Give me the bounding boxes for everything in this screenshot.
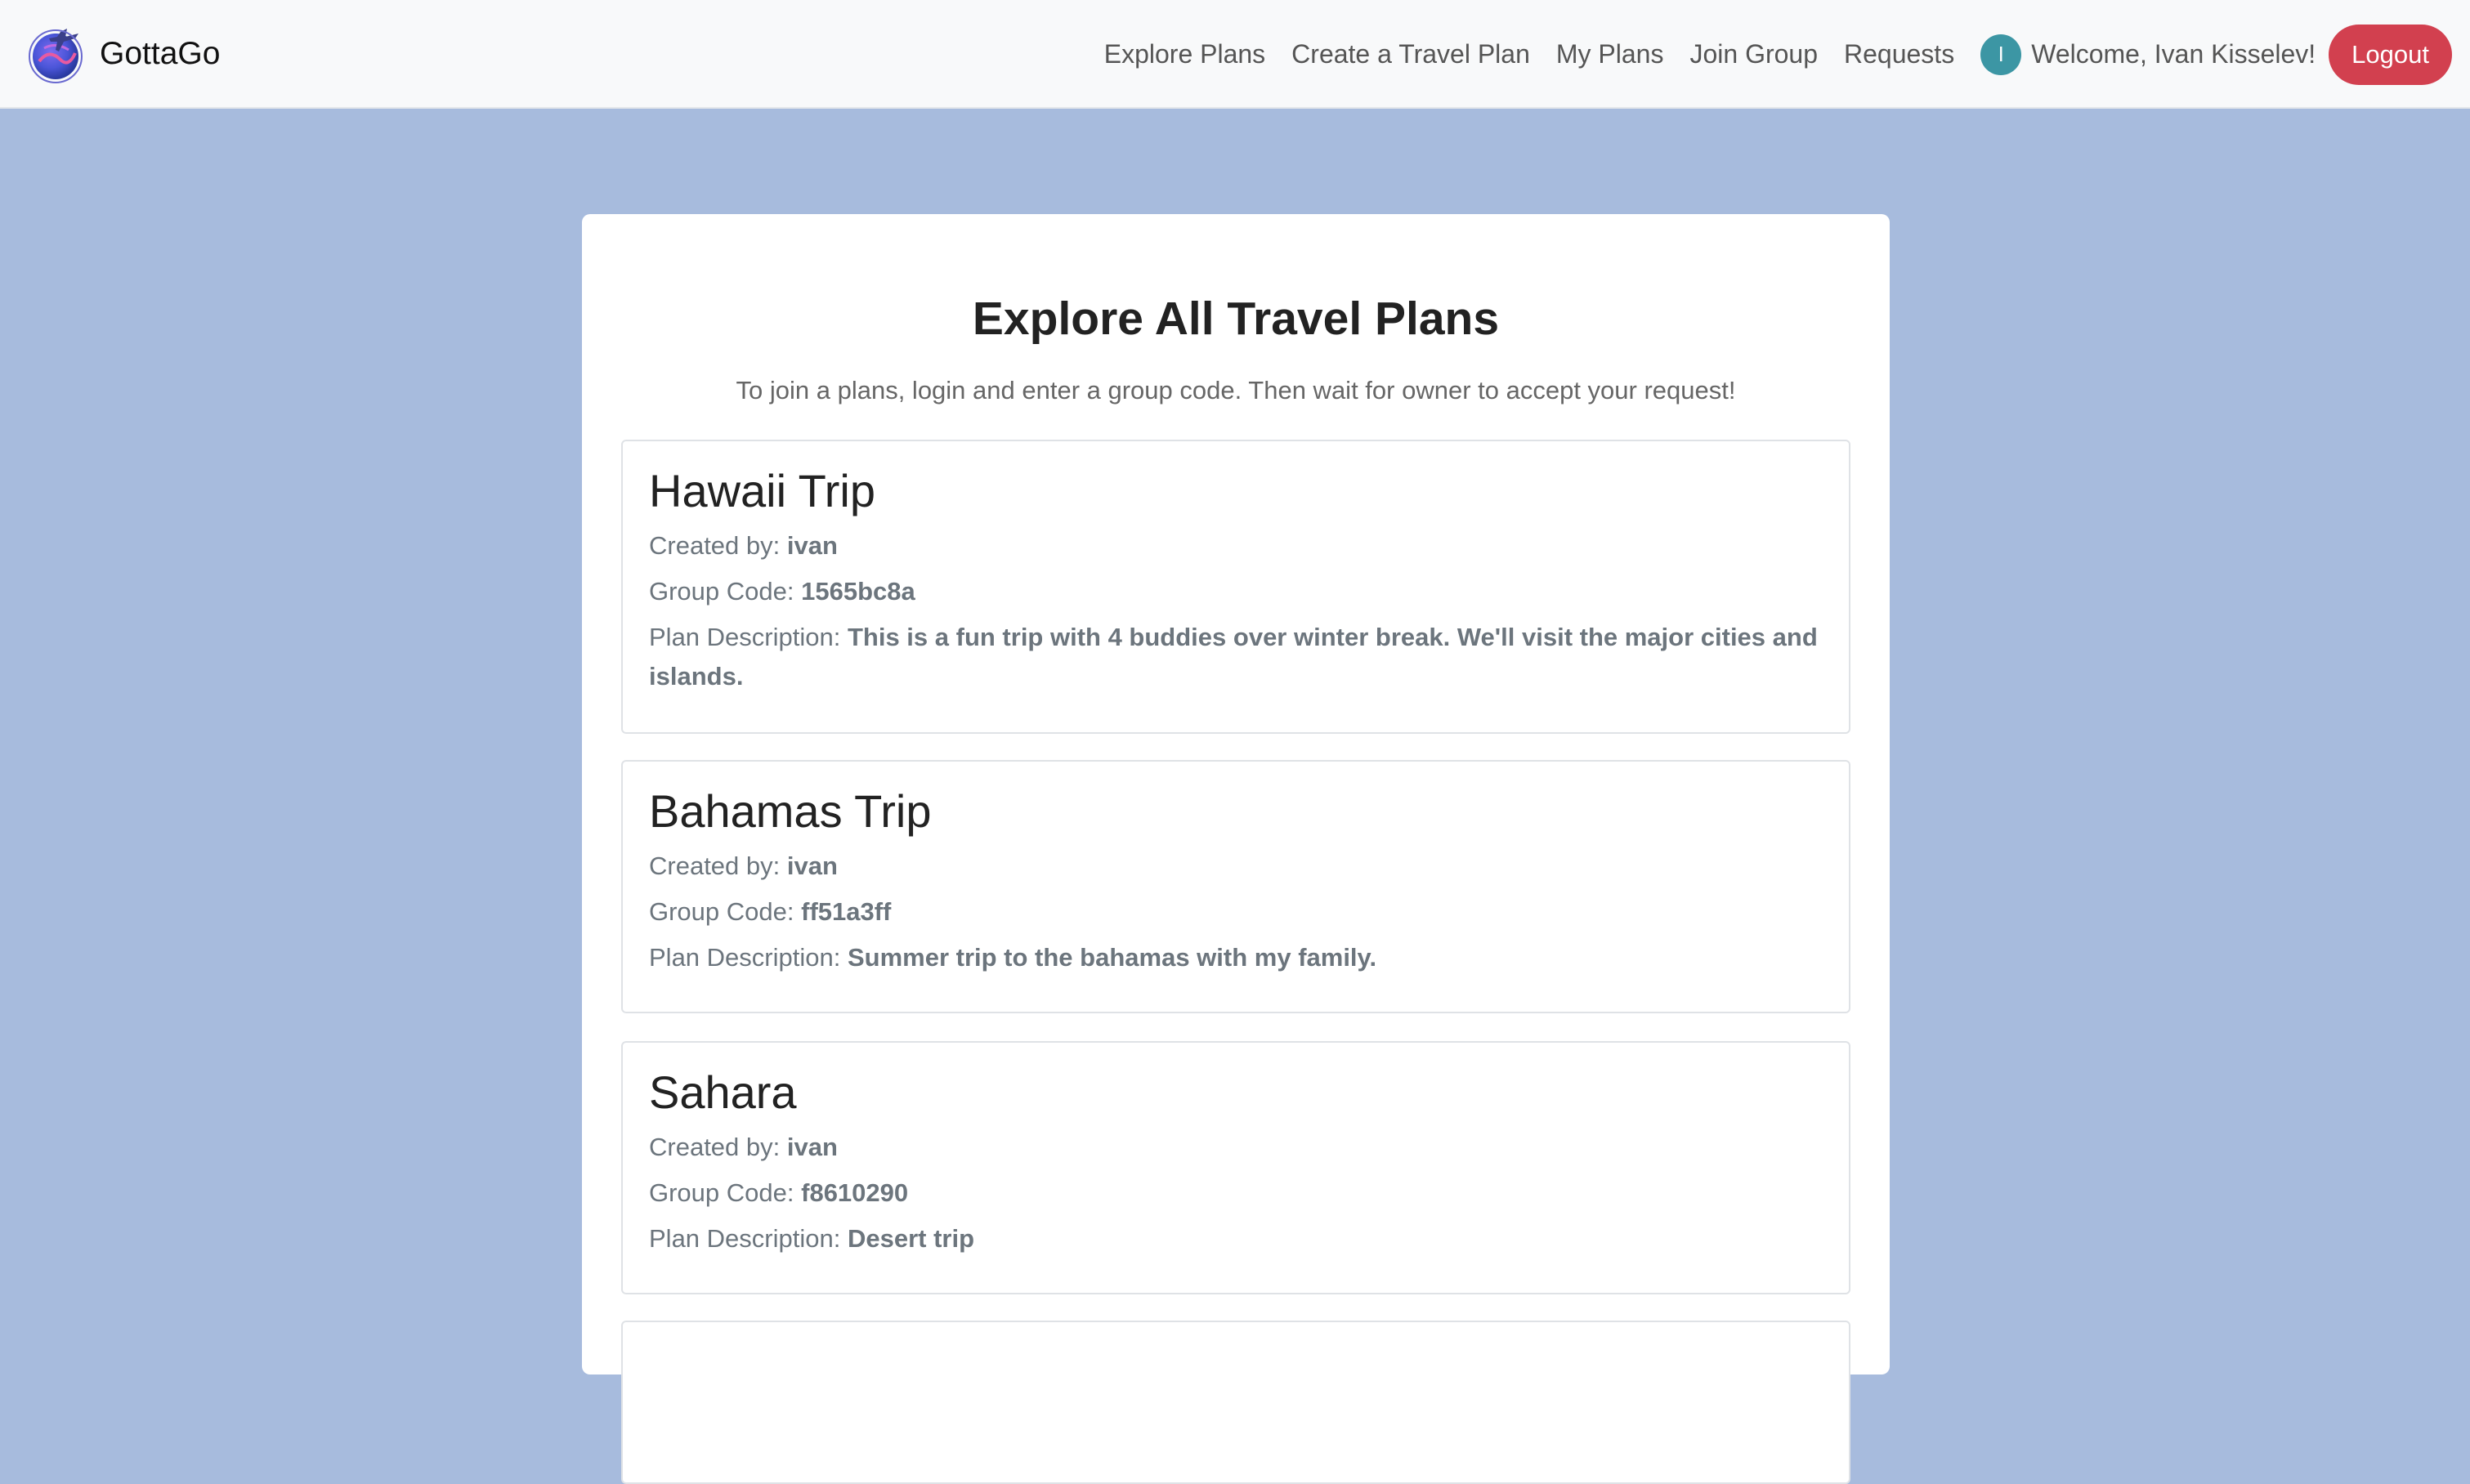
plan-group-code: Group Code: f8610290 xyxy=(649,1173,1823,1213)
nav-join-group[interactable]: Join Group xyxy=(1689,39,1818,69)
group-code-value: 1565bc8a xyxy=(801,576,915,606)
plan-card: Sahara Created by: ivan Group Code: f861… xyxy=(621,1041,1850,1294)
logout-button[interactable]: Logout xyxy=(2329,24,2452,85)
plan-description: Plan Description: Desert trip xyxy=(649,1219,1823,1258)
page-title: Explore All Travel Plans xyxy=(972,293,1500,345)
plan-card: Hawaii Trip Created by: ivan Group Code:… xyxy=(621,440,1850,734)
nav-requests[interactable]: Requests xyxy=(1844,39,1954,69)
created-by-label: Created by: xyxy=(649,851,781,880)
creator-value: ivan xyxy=(786,851,838,880)
nav-create-travel-plan[interactable]: Create a Travel Plan xyxy=(1291,39,1530,69)
plan-description: Plan Description: This is a fun trip wit… xyxy=(649,618,1823,696)
plan-description-label: Plan Description: xyxy=(649,942,841,972)
page-subtitle: To join a plans, login and enter a group… xyxy=(736,376,1736,405)
brand[interactable]: GottaGo xyxy=(28,23,220,85)
creator-value: ivan xyxy=(786,530,838,560)
group-code-label: Group Code: xyxy=(649,896,794,926)
plan-card: Bahamas Trip Created by: ivan Group Code… xyxy=(621,760,1850,1013)
plan-title: Sahara xyxy=(649,1066,797,1118)
plan-creator: Created by: ivan xyxy=(649,847,1823,886)
plan-description-label: Plan Description: xyxy=(649,1223,841,1253)
globe-plane-logo-icon xyxy=(29,29,83,83)
brand-name: GottaGo xyxy=(100,36,221,71)
plan-creator: Created by: ivan xyxy=(649,526,1823,565)
plan-group-code: Group Code: ff51a3ff xyxy=(649,892,1823,932)
explore-plans-card: Explore All Travel Plans To join a plans… xyxy=(582,214,1890,1484)
avatar: I xyxy=(1980,34,2022,75)
plan-title: Bahamas Trip xyxy=(649,785,932,837)
welcome-text: Welcome, Ivan Kisselev! xyxy=(2031,39,2316,69)
nav-links: Explore Plans Create a Travel Plan My Pl… xyxy=(1104,0,2470,109)
group-code-label: Group Code: xyxy=(649,1178,794,1207)
group-code-value: f8610290 xyxy=(801,1178,909,1207)
plan-description-label: Plan Description: xyxy=(649,622,841,651)
group-code-label: Group Code: xyxy=(649,576,794,606)
nav-explore-plans[interactable]: Explore Plans xyxy=(1104,39,1265,69)
plan-description-value: Desert trip xyxy=(847,1223,975,1253)
plan-card-partial xyxy=(621,1321,1850,1484)
created-by-label: Created by: xyxy=(649,530,781,560)
navbar: GottaGo Explore Plans Create a Travel Pl… xyxy=(0,0,2470,109)
creator-value: ivan xyxy=(786,1132,838,1161)
plan-group-code: Group Code: 1565bc8a xyxy=(649,572,1823,611)
plan-description: Plan Description: Summer trip to the bah… xyxy=(649,938,1823,977)
group-code-value: ff51a3ff xyxy=(801,896,892,926)
created-by-label: Created by: xyxy=(649,1132,781,1161)
plan-description-value: Summer trip to the bahamas with my famil… xyxy=(847,942,1377,972)
nav-my-plans[interactable]: My Plans xyxy=(1556,39,1664,69)
plan-creator: Created by: ivan xyxy=(649,1128,1823,1167)
plan-title: Hawaii Trip xyxy=(649,465,875,516)
